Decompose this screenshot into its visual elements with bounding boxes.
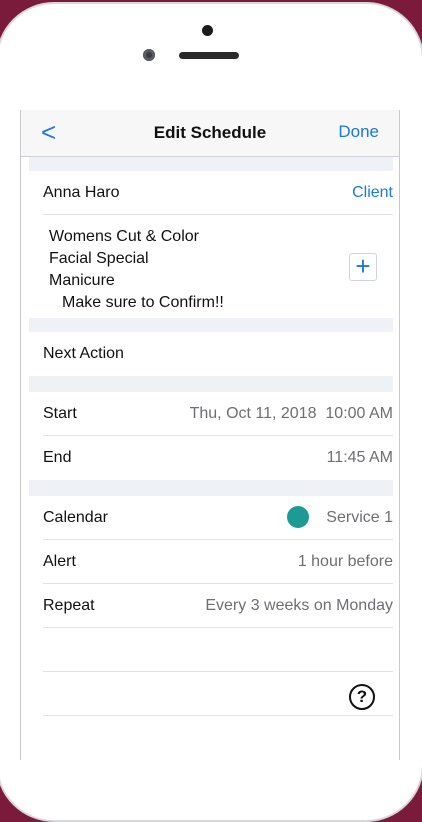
navigation-bar: < Edit Schedule Done bbox=[21, 110, 399, 157]
add-service-button[interactable]: + bbox=[349, 253, 377, 281]
service-item: Facial Special bbox=[49, 250, 149, 267]
plus-icon: + bbox=[355, 251, 371, 281]
start-label: Start bbox=[43, 405, 77, 422]
section-separator bbox=[29, 157, 393, 171]
next-action-label: Next Action bbox=[43, 345, 124, 362]
end-value: 11:45 AM bbox=[326, 449, 393, 466]
section-separator bbox=[29, 376, 393, 392]
start-row[interactable]: Start Thu, Oct 11, 2018 10:00 AM bbox=[43, 392, 393, 436]
phone-frame: < Edit Schedule Done Anna Haro Client Wo… bbox=[0, 2, 422, 822]
alert-label: Alert bbox=[43, 553, 76, 570]
alert-row[interactable]: Alert 1 hour before bbox=[43, 540, 393, 584]
start-value: Thu, Oct 11, 2018 10:00 AM bbox=[189, 405, 393, 422]
repeat-value: Every 3 weeks on Monday bbox=[205, 597, 393, 614]
alert-value: 1 hour before bbox=[297, 553, 393, 570]
proximity-sensor bbox=[202, 25, 213, 36]
app-screen: < Edit Schedule Done Anna Haro Client Wo… bbox=[20, 110, 400, 760]
repeat-label: Repeat bbox=[43, 597, 95, 614]
client-link[interactable]: Client bbox=[352, 184, 393, 202]
client-name: Anna Haro bbox=[43, 184, 120, 201]
help-button[interactable]: ? bbox=[349, 684, 375, 710]
calendar-value: Service 1 bbox=[326, 509, 393, 526]
section-separator bbox=[29, 480, 393, 496]
calendar-label: Calendar bbox=[43, 509, 108, 526]
question-circle-icon: ? bbox=[356, 687, 368, 706]
section-separator bbox=[29, 318, 393, 332]
empty-row bbox=[43, 628, 393, 672]
repeat-row[interactable]: Repeat Every 3 weeks on Monday bbox=[43, 584, 393, 628]
end-row[interactable]: End 11:45 AM bbox=[43, 436, 393, 480]
service-item: Womens Cut & Color bbox=[49, 228, 199, 245]
help-row bbox=[43, 672, 393, 716]
service-item: Manicure bbox=[49, 272, 115, 289]
calendar-color-dot bbox=[287, 506, 309, 528]
next-action-row[interactable]: Next Action bbox=[43, 332, 393, 376]
client-row[interactable]: Anna Haro Client bbox=[43, 171, 393, 215]
services-list[interactable]: Womens Cut & Color Facial Special Manicu… bbox=[49, 226, 224, 314]
end-label: End bbox=[43, 449, 72, 466]
earpiece-speaker bbox=[179, 52, 239, 59]
service-note: Make sure to Confirm!! bbox=[62, 294, 224, 311]
calendar-row[interactable]: Calendar Service 1 bbox=[43, 496, 393, 540]
front-camera bbox=[143, 49, 155, 61]
done-button[interactable]: Done bbox=[338, 122, 379, 142]
